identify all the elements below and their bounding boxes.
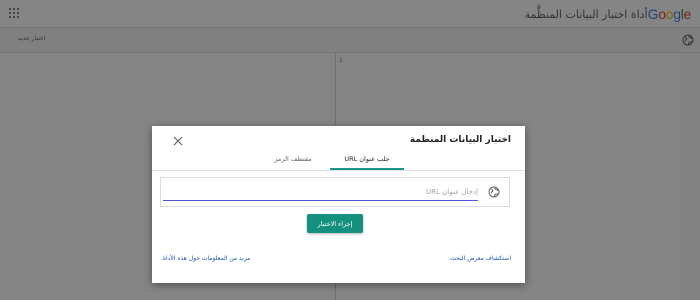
close-icon[interactable] (172, 135, 184, 147)
explore-gallery-link[interactable]: استكشاف معرض البحث. (448, 255, 511, 262)
tab-bar: جلب عنوان URL مقتطف الرمز (152, 153, 525, 171)
structured-data-test-dialog: اختبار البيانات المنظمة جلب عنوان URL مق… (152, 126, 525, 283)
globe-icon (488, 186, 500, 198)
tab-fetch-url[interactable]: جلب عنوان URL (330, 153, 404, 170)
tab-code-snippet[interactable]: مقتطف الرمز (259, 153, 327, 170)
url-field-container (160, 177, 510, 207)
learn-more-link[interactable]: مزيد من المعلومات حول هذه الأداة. (161, 255, 250, 262)
run-test-button[interactable]: إجراء الاختبار (307, 214, 363, 233)
dialog-title: اختبار البيانات المنظمة (409, 135, 511, 145)
url-input[interactable] (163, 183, 478, 201)
